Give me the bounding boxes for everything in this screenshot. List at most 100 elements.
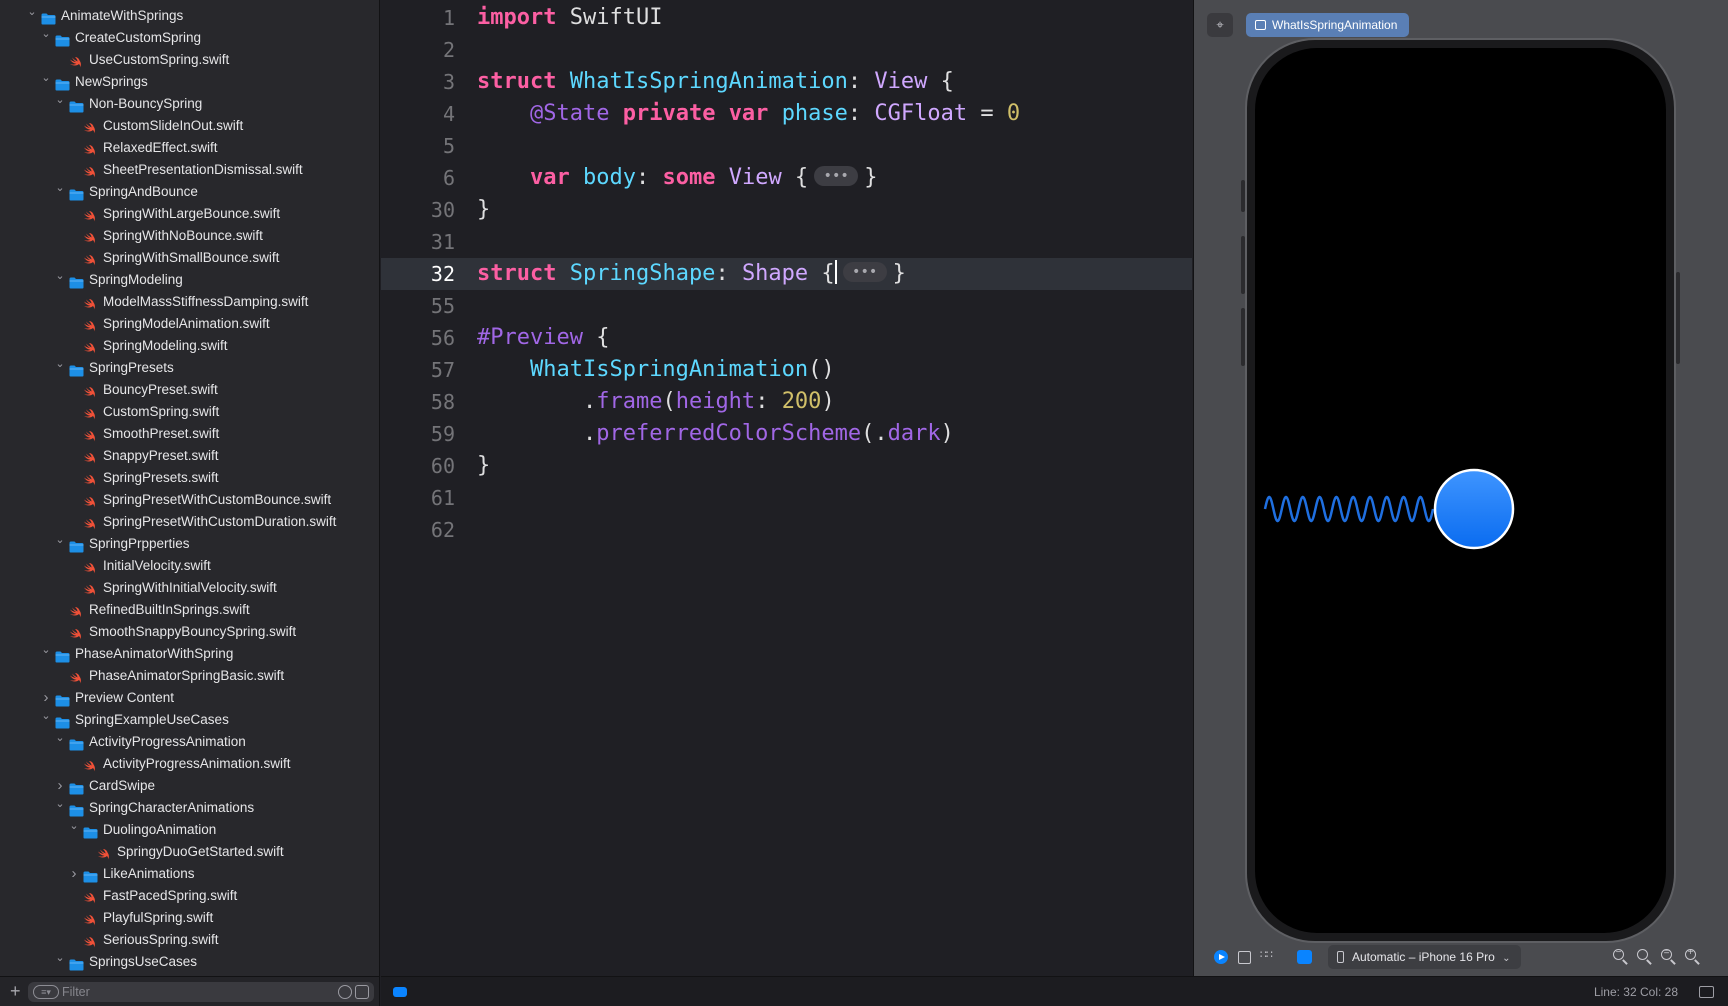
- pin-icon[interactable]: ⌖: [1207, 13, 1233, 37]
- line-number[interactable]: 57: [381, 354, 455, 386]
- folder-row[interactable]: ⌄ CreateCustomSpring: [0, 27, 379, 49]
- file-row[interactable]: InitialVelocity.swift: [0, 555, 379, 577]
- code-line[interactable]: 57 WhatIsSpringAnimation(): [381, 354, 1192, 386]
- chevron-down-icon[interactable]: ⌄: [40, 705, 52, 727]
- chevron-down-icon[interactable]: ⌄: [54, 265, 66, 287]
- file-row[interactable]: SpringyDuoGetStarted.swift: [0, 841, 379, 863]
- code-line[interactable]: 55: [381, 290, 1192, 322]
- filter-options-icon[interactable]: ≡▾: [33, 985, 59, 999]
- zoom-in-icon[interactable]: +: [1684, 947, 1702, 966]
- folder-row[interactable]: ⌄ SpringModeling: [0, 269, 379, 291]
- code-fold-icon[interactable]: •••: [842, 262, 887, 282]
- file-row[interactable]: FastPacedSpring.swift: [0, 885, 379, 907]
- filter-field[interactable]: ≡▾: [28, 982, 374, 1002]
- file-row[interactable]: ActivityProgressAnimation.swift: [0, 753, 379, 775]
- line-number[interactable]: 6: [381, 162, 455, 194]
- folder-row[interactable]: ⌄ PhaseAnimatorWithSpring: [0, 643, 379, 665]
- code-line[interactable]: 30}: [381, 194, 1192, 226]
- folder-row[interactable]: ⌄ SpringsUseCases: [0, 951, 379, 973]
- chevron-down-icon[interactable]: ⌄: [54, 353, 66, 375]
- code-line[interactable]: 58 .frame(height: 200): [381, 386, 1192, 418]
- file-row[interactable]: ModelMassStiffnessDamping.swift: [0, 291, 379, 313]
- file-row[interactable]: SpringWithNoBounce.swift: [0, 225, 379, 247]
- file-row[interactable]: RefinedBuiltInSprings.swift: [0, 599, 379, 621]
- folder-row[interactable]: ⌄ SpringCharacterAnimations: [0, 797, 379, 819]
- chevron-down-icon[interactable]: ⌄: [54, 727, 66, 749]
- chevron-down-icon[interactable]: ⌄: [54, 947, 66, 969]
- line-number[interactable]: 31: [381, 226, 455, 258]
- line-number[interactable]: 55: [381, 290, 455, 322]
- device-screen[interactable]: [1255, 48, 1666, 933]
- current-code-line[interactable]: 32 struct SpringShape: Shape {•••}: [381, 258, 1192, 290]
- code-line[interactable]: 3 struct WhatIsSpringAnimation: View {: [381, 66, 1192, 98]
- folder-row[interactable]: › Preview Content: [0, 687, 379, 709]
- toggle-debug-area-icon[interactable]: [1699, 986, 1714, 998]
- code-line[interactable]: 31: [381, 226, 1192, 258]
- line-number[interactable]: 3: [381, 66, 455, 98]
- code-line[interactable]: 62: [381, 514, 1192, 546]
- breakpoints-toggle-icon[interactable]: [393, 987, 407, 997]
- chevron-down-icon[interactable]: ⌄: [40, 67, 52, 89]
- source-editor[interactable]: 1 import SwiftUI 2 3 struct WhatIsSpringAnim…: [381, 0, 1192, 976]
- line-number[interactable]: 58: [381, 386, 455, 418]
- folder-row[interactable]: ⌄ DuolingoAnimation: [0, 819, 379, 841]
- file-row[interactable]: SpringPresetWithCustomBounce.swift: [0, 489, 379, 511]
- file-row[interactable]: RelaxedEffect.swift: [0, 137, 379, 159]
- line-number[interactable]: 2: [381, 34, 455, 66]
- chevron-right-icon[interactable]: ›: [68, 863, 80, 885]
- recent-files-icon[interactable]: [338, 985, 352, 999]
- device-settings-icon[interactable]: [1294, 947, 1314, 967]
- folder-row[interactable]: ⌄ SpringAndBounce: [0, 181, 379, 203]
- code-line[interactable]: 1 import SwiftUI: [381, 2, 1192, 34]
- file-row[interactable]: SpringWithLargeBounce.swift: [0, 203, 379, 225]
- line-number[interactable]: 5: [381, 130, 455, 162]
- line-number[interactable]: 62: [381, 514, 455, 546]
- device-selector[interactable]: Automatic – iPhone 16 Pro ⌄: [1328, 945, 1521, 969]
- line-number[interactable]: 30: [381, 194, 455, 226]
- code-line[interactable]: 6 var body: some View {•••}: [381, 162, 1192, 194]
- code-line[interactable]: 56 #Preview {: [381, 322, 1192, 354]
- source-control-filter-icon[interactable]: [355, 985, 369, 999]
- code-line[interactable]: 61: [381, 482, 1192, 514]
- folder-row[interactable]: ⌄ Non-BouncySpring: [0, 93, 379, 115]
- file-row[interactable]: UseCustomSpring.swift: [0, 49, 379, 71]
- chevron-down-icon[interactable]: ⌄: [54, 529, 66, 551]
- selectable-icon[interactable]: [1234, 947, 1254, 967]
- chevron-down-icon[interactable]: ⌄: [40, 23, 52, 45]
- code-line[interactable]: 2: [381, 34, 1192, 66]
- chevron-down-icon[interactable]: ⌄: [54, 177, 66, 199]
- file-row[interactable]: SmoothSnappyBouncySpring.swift: [0, 621, 379, 643]
- chevron-down-icon[interactable]: ⌄: [54, 793, 66, 815]
- folder-row[interactable]: ⌄ SpringPresets: [0, 357, 379, 379]
- zoom-fit-icon[interactable]: [1636, 948, 1654, 966]
- file-row[interactable]: SpringModelAnimation.swift: [0, 313, 379, 335]
- file-row[interactable]: SnappyPreset.swift: [0, 445, 379, 467]
- line-number[interactable]: 56: [381, 322, 455, 354]
- code-line[interactable]: 59 .preferredColorScheme(.dark): [381, 418, 1192, 450]
- line-number[interactable]: 59: [381, 418, 455, 450]
- file-row[interactable]: CustomSpring.swift: [0, 401, 379, 423]
- preview-tab[interactable]: WhatIsSpringAnimation: [1246, 13, 1410, 37]
- folder-row[interactable]: › LikeAnimations: [0, 863, 379, 885]
- chevron-down-icon[interactable]: ⌄: [54, 89, 66, 111]
- file-row[interactable]: SpringWithInitialVelocity.swift: [0, 577, 379, 599]
- line-number[interactable]: 60: [381, 450, 455, 482]
- folder-row[interactable]: ⌄ ActivityProgressAnimation: [0, 731, 379, 753]
- file-row[interactable]: SmoothPreset.swift: [0, 423, 379, 445]
- file-row[interactable]: BouncyPreset.swift: [0, 379, 379, 401]
- folder-row[interactable]: ⌄ SpringPrpperties: [0, 533, 379, 555]
- file-row[interactable]: PlayfulSpring.swift: [0, 907, 379, 929]
- code-line[interactable]: 4 @State private var phase: CGFloat = 0: [381, 98, 1192, 130]
- variants-icon[interactable]: [1258, 947, 1278, 967]
- line-number[interactable]: 61: [381, 482, 455, 514]
- zoom-out-icon[interactable]: −: [1612, 947, 1630, 966]
- code-fold-icon[interactable]: •••: [814, 166, 859, 186]
- file-row[interactable]: PhaseAnimatorSpringBasic.swift: [0, 665, 379, 687]
- file-row[interactable]: SpringPresets.swift: [0, 467, 379, 489]
- live-preview-icon[interactable]: [1211, 947, 1231, 967]
- folder-row[interactable]: ⌄ AnimateWithSprings: [0, 5, 379, 27]
- zoom-actual-icon[interactable]: =: [1660, 947, 1678, 966]
- chevron-down-icon[interactable]: ⌄: [68, 815, 80, 837]
- line-number[interactable]: 32: [381, 258, 455, 290]
- line-number[interactable]: 1: [381, 2, 455, 34]
